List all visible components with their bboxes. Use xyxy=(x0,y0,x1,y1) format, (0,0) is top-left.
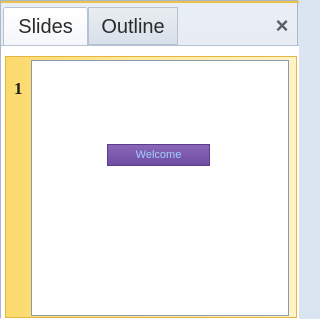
slides-list: 1 Welcome xyxy=(1,45,299,319)
pane-tabs: Slides Outline × xyxy=(1,3,299,45)
slides-outline-pane: Slides Outline × 1 Welcome xyxy=(0,0,299,319)
slide-title-box: Welcome xyxy=(107,144,210,166)
close-icon[interactable]: × xyxy=(271,15,293,37)
tab-outline[interactable]: Outline xyxy=(88,7,178,45)
tab-slides[interactable]: Slides xyxy=(3,7,88,45)
slide-number: 1 xyxy=(14,79,23,98)
slide-thumbnail[interactable]: Welcome xyxy=(31,60,289,316)
